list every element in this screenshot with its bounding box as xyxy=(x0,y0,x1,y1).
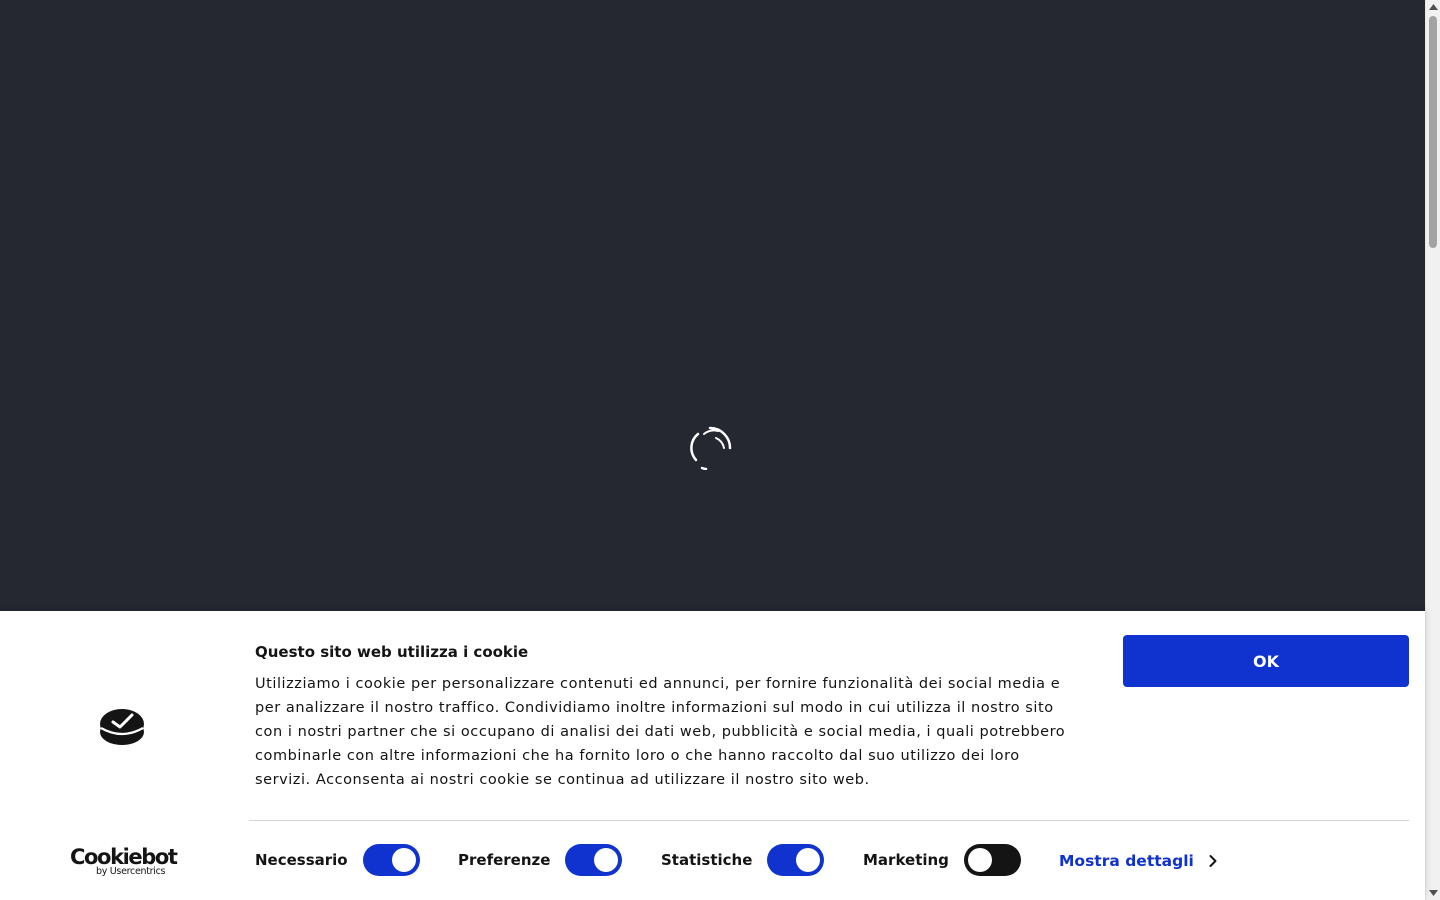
necessary-toggle[interactable] xyxy=(362,844,420,876)
marketing-toggle[interactable] xyxy=(963,844,1021,876)
show-details-label: Mostra dettagli xyxy=(1059,852,1194,870)
cookie-icon xyxy=(100,709,144,745)
preferences-toggle[interactable] xyxy=(565,844,623,876)
cookiebot-logo: Cookiebot by Usercentrics xyxy=(70,845,178,878)
banner-title: Questo sito web utilizza i cookie xyxy=(255,643,529,661)
consent-statistics: Statistiche xyxy=(661,843,825,877)
scrollbar-thumb[interactable] xyxy=(1429,16,1437,248)
banner-divider xyxy=(249,820,1409,821)
ok-button[interactable]: OK xyxy=(1123,635,1409,687)
consent-necessary-label: Necessario xyxy=(255,851,348,869)
consent-preferences-label: Preferenze xyxy=(458,851,551,869)
consent-marketing-label: Marketing xyxy=(863,851,949,869)
scroll-up-icon[interactable] xyxy=(1426,0,1440,14)
vertical-scrollbar[interactable] xyxy=(1425,0,1440,900)
scroll-down-icon[interactable] xyxy=(1426,886,1440,900)
cookiebot-logo-name: Cookiebot xyxy=(70,845,178,869)
chevron-right-icon xyxy=(1209,855,1217,867)
show-details-link[interactable]: Mostra dettagli xyxy=(1059,849,1218,873)
consent-preferences: Preferenze xyxy=(458,843,623,877)
banner-description: Utilizziamo i cookie per personalizzare … xyxy=(255,676,1066,788)
consent-marketing: Marketing xyxy=(863,843,1021,877)
consent-statistics-label: Statistiche xyxy=(661,851,753,869)
statistics-toggle[interactable] xyxy=(767,844,825,876)
consent-necessary: Necessario xyxy=(255,843,420,877)
cookiebot-logo-sub: by Usercentrics xyxy=(96,866,166,877)
loading-spinner-icon xyxy=(690,426,732,470)
